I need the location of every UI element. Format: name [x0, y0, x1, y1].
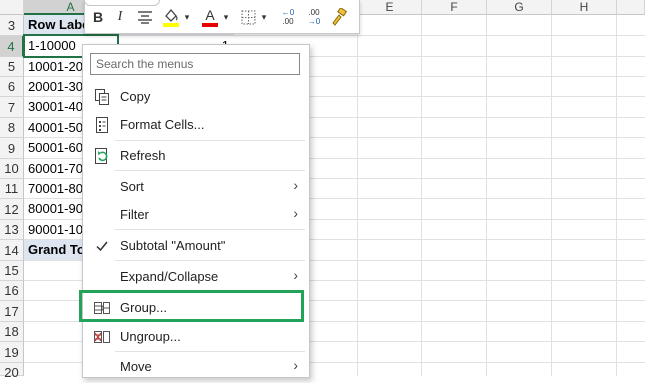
increase-decimal-top: ←0 [281, 8, 295, 17]
row-header-10[interactable]: 10 [0, 159, 24, 179]
format-painter-icon[interactable] [328, 6, 350, 28]
group-highlight-box [79, 290, 304, 322]
ungroup-icon [93, 328, 111, 346]
checkmark-icon [93, 237, 111, 255]
copy-icon [93, 88, 111, 106]
borders-icon[interactable] [238, 6, 258, 28]
row-header-15[interactable]: 15 [0, 261, 24, 281]
menu-item-label: Refresh [120, 147, 166, 163]
mini-toolbar: B I ▾ A ▾ ▾ ←0 .00 .00 →0 [84, 0, 360, 34]
column-header-e[interactable]: E [358, 0, 422, 15]
chevron-right-icon: › [293, 357, 298, 373]
row-header-4[interactable]: 4 [0, 36, 24, 57]
row-header-16[interactable]: 16 [0, 281, 24, 301]
row-header-9[interactable]: 9 [0, 138, 24, 159]
menu-item-label: Ungroup... [120, 328, 181, 344]
chevron-right-icon: › [293, 205, 298, 221]
menu-item-filter[interactable]: Filter › [84, 200, 308, 228]
menu-item-label: Subtotal "Amount" [120, 237, 226, 253]
refresh-icon [93, 147, 111, 165]
fill-color-icon[interactable] [160, 6, 182, 28]
column-header-i[interactable] [617, 0, 645, 15]
font-color-icon[interactable]: A [199, 6, 221, 28]
chevron-right-icon: › [293, 177, 298, 193]
row-header-19[interactable]: 19 [0, 342, 24, 363]
menu-separator [115, 260, 305, 261]
row-header-13[interactable]: 13 [0, 220, 24, 240]
column-header-h[interactable]: H [552, 0, 617, 15]
row-header-7[interactable]: 7 [0, 97, 24, 118]
gridline [421, 15, 422, 376]
row-header-8[interactable]: 8 [0, 118, 24, 138]
row-header-12[interactable]: 12 [0, 199, 24, 220]
menu-separator [115, 229, 305, 230]
italic-button[interactable]: I [111, 6, 129, 28]
row-header-11[interactable]: 11 [0, 179, 24, 199]
menu-item-copy[interactable]: Copy [84, 82, 308, 110]
menu-item-label: Expand/Collapse [120, 268, 219, 284]
row-header-18[interactable]: 18 [0, 322, 24, 342]
row-header-5[interactable]: 5 [0, 57, 24, 77]
menu-item-refresh[interactable]: Refresh [84, 141, 308, 169]
menu-separator [115, 170, 305, 171]
row-header-14[interactable]: 14 [0, 240, 24, 261]
search-menus-input[interactable]: Search the menus [90, 53, 300, 75]
decrease-decimal-top: .00 [308, 8, 320, 17]
menu-item-label: Filter [120, 206, 149, 222]
chevron-right-icon: › [293, 267, 298, 283]
row-header-17[interactable]: 17 [0, 301, 24, 322]
gridline [616, 15, 617, 376]
menu-item-label: Sort [120, 178, 144, 194]
increase-decimal-bottom: .00 [282, 17, 294, 26]
menu-item-label: Copy [120, 88, 151, 104]
increase-decimal-icon[interactable]: ←0 .00 [277, 6, 299, 28]
context-menu: Search the menus Copy Format Cells... Re… [82, 44, 310, 378]
font-color-dropdown-icon[interactable]: ▾ [221, 6, 231, 28]
row-header-3[interactable]: 3 [0, 15, 24, 36]
row-header-6[interactable]: 6 [0, 77, 24, 97]
menu-item-expand-collapse[interactable]: Expand/Collapse › [84, 262, 308, 290]
row-header-20[interactable]: 20 [0, 363, 24, 380]
fill-color-dropdown-icon[interactable]: ▾ [182, 6, 192, 28]
menu-item-sort[interactable]: Sort › [84, 172, 308, 200]
menu-item-label: Format Cells... [120, 116, 205, 132]
menu-item-label: Move [120, 358, 152, 374]
gridline [357, 15, 358, 376]
menu-item-subtotal-amount[interactable]: Subtotal "Amount" [84, 231, 308, 259]
borders-dropdown-icon[interactable]: ▾ [259, 6, 269, 28]
decrease-decimal-bottom: →0 [307, 17, 321, 26]
menu-item-format-cells[interactable]: Format Cells... [84, 110, 308, 138]
column-header-g[interactable]: G [487, 0, 552, 15]
format-cells-icon [93, 116, 111, 134]
bold-button[interactable]: B [89, 6, 107, 28]
corner-select-all[interactable] [0, 0, 24, 15]
align-center-icon[interactable] [135, 6, 155, 28]
column-header-f[interactable]: F [422, 0, 487, 15]
gridline [486, 15, 487, 376]
menu-item-ungroup[interactable]: Ungroup... [84, 322, 308, 350]
font-color-letter: A [205, 7, 215, 23]
decrease-decimal-icon[interactable]: .00 →0 [303, 6, 325, 28]
gridline [551, 15, 552, 376]
